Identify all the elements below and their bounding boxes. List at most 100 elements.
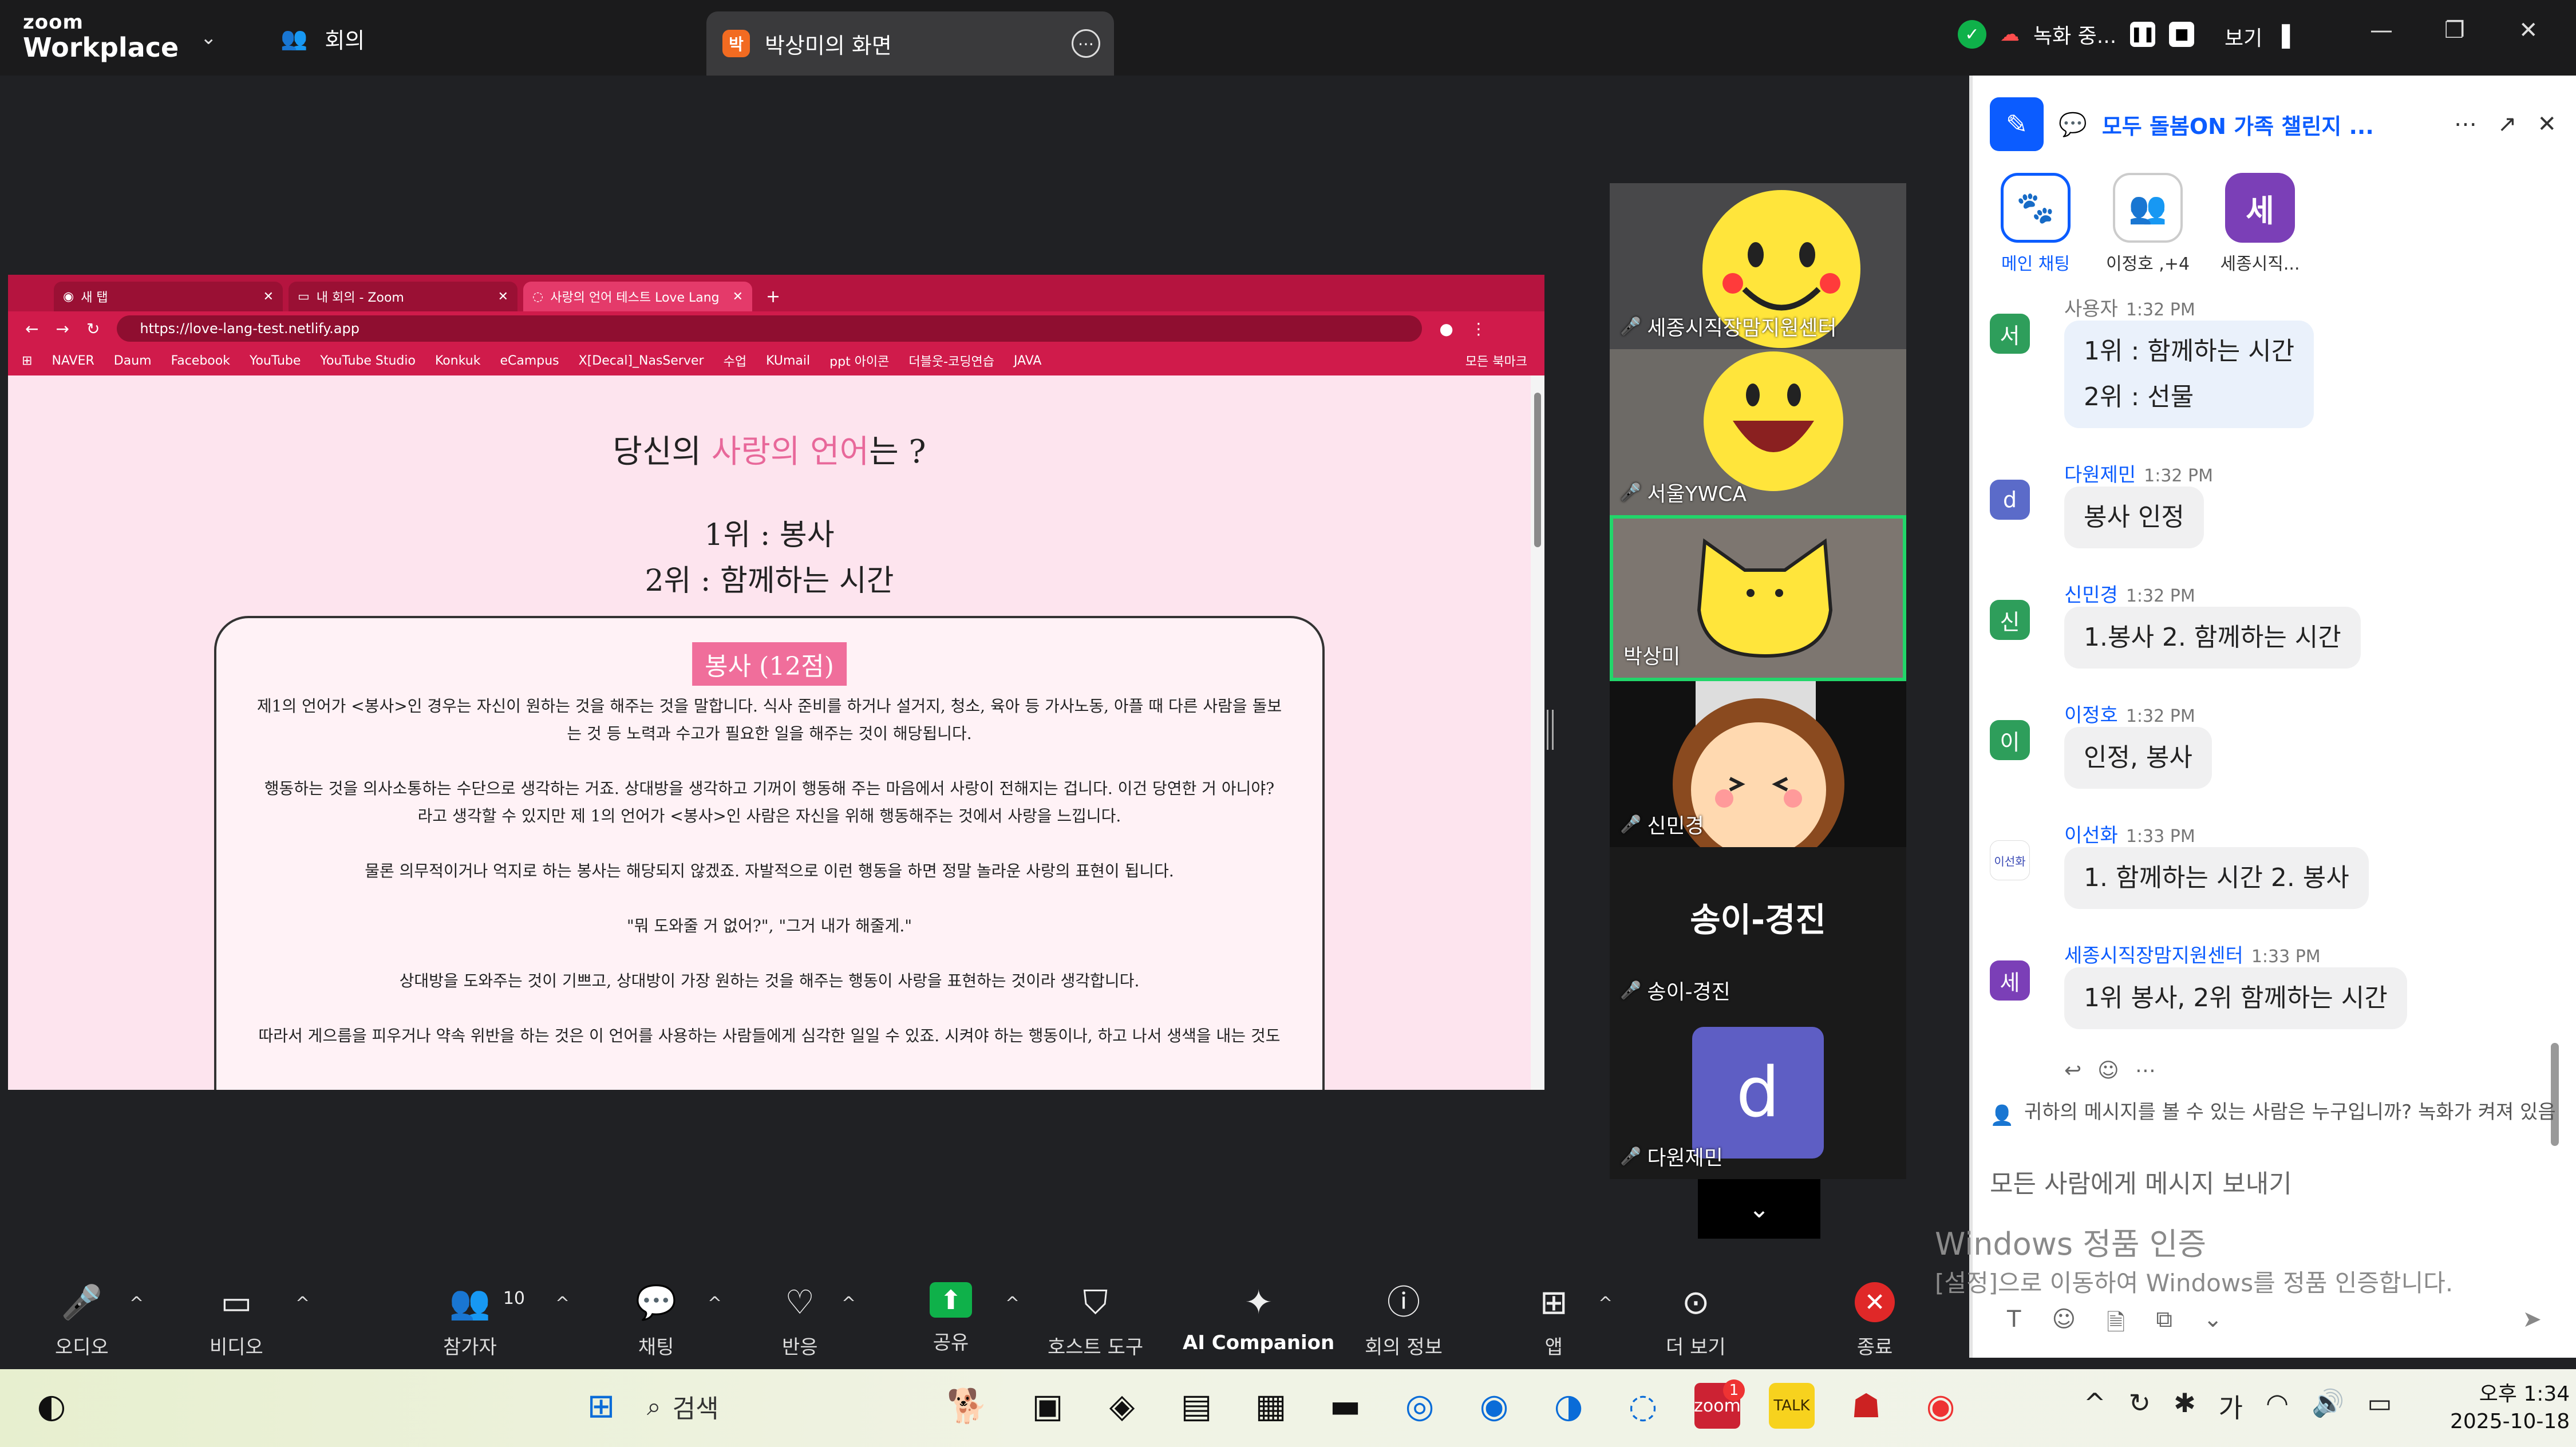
- room-group[interactable]: 👥 이정호 ,+4: [2102, 173, 2194, 275]
- volume-icon[interactable]: 🔊: [2312, 1387, 2344, 1425]
- bluetooth-icon[interactable]: ✱: [2174, 1387, 2196, 1425]
- reload-icon[interactable]: ↻: [86, 319, 100, 338]
- add-reaction-icon[interactable]: ☺: [2097, 1059, 2119, 1082]
- profile-icon[interactable]: ●: [1439, 319, 1453, 338]
- bookmark[interactable]: YouTube: [250, 354, 301, 368]
- audio-options-icon[interactable]: ^: [129, 1294, 144, 1314]
- close-tab-icon[interactable]: ✕: [498, 290, 508, 304]
- chevron-down-icon[interactable]: ⌄: [2203, 1306, 2223, 1345]
- chat-title[interactable]: 모두 돌봄ON 가족 챌린지 ...: [2102, 109, 2374, 140]
- bookmark[interactable]: ppt 아이콘: [829, 351, 889, 370]
- app-icon[interactable]: ◑: [1546, 1383, 1591, 1429]
- wifi-icon[interactable]: ◠: [2266, 1387, 2289, 1425]
- more-options-icon[interactable]: ⋯: [1072, 29, 1100, 58]
- bookmark[interactable]: KUmail: [766, 354, 810, 368]
- taskbar-clock[interactable]: 오후 1:34 2025-10-18: [2450, 1381, 2570, 1436]
- copilot-icon[interactable]: ◈: [1099, 1383, 1145, 1429]
- bookmark[interactable]: X[Decal]_NasServer: [579, 354, 704, 368]
- participant-tile[interactable]: 🎤 서울YWCA: [1610, 349, 1906, 515]
- scroll-thumb[interactable]: [2551, 1043, 2559, 1146]
- kebab-menu-icon[interactable]: ⋮: [1471, 319, 1487, 338]
- room-main-chat[interactable]: 🐾 메인 채팅: [1990, 173, 2081, 275]
- pause-recording-button[interactable]: ❚❚: [2130, 22, 2156, 47]
- emoji-icon[interactable]: ☺: [2052, 1306, 2076, 1345]
- bookmark[interactable]: Daum: [114, 354, 152, 368]
- apps-button[interactable]: ⊞ 앱: [1540, 1282, 1568, 1359]
- file-explorer-icon[interactable]: ▬: [1322, 1383, 1368, 1429]
- chevron-down-icon[interactable]: ⌄: [200, 26, 217, 49]
- apps-grid-icon[interactable]: ⊞: [22, 354, 32, 368]
- room-sejong[interactable]: 세 세종시직...: [2214, 173, 2306, 275]
- all-bookmarks-folder[interactable]: 모든 북마크: [1465, 351, 1544, 370]
- scroll-thumb[interactable]: [1534, 393, 1541, 547]
- share-button[interactable]: ⬆ 공유: [930, 1282, 972, 1355]
- forward-icon[interactable]: →: [56, 319, 69, 338]
- stop-recording-button[interactable]: ■: [2169, 22, 2195, 47]
- more-icon[interactable]: ⋯: [2135, 1059, 2156, 1082]
- windows-start-icon[interactable]: ⊞: [578, 1383, 624, 1429]
- new-tab-icon[interactable]: +: [758, 287, 788, 311]
- teams-icon[interactable]: ▤: [1174, 1383, 1219, 1429]
- chevron-up-icon[interactable]: ^: [2084, 1387, 2106, 1425]
- format-text-icon[interactable]: T: [2007, 1306, 2021, 1345]
- zoom-logo[interactable]: zoom Workplace: [23, 13, 179, 61]
- resize-handle[interactable]: [1547, 710, 1554, 750]
- visibility-notice[interactable]: 👤 귀하의 메시지를 볼 수 있는 사람은 누구입니까? 녹화가 켜져 있음: [1990, 1099, 2562, 1127]
- meeting-button[interactable]: 👥 회의: [280, 23, 365, 54]
- edge-icon[interactable]: ◎: [1397, 1383, 1443, 1429]
- video-button[interactable]: ▭ 비디오: [210, 1282, 263, 1359]
- kakaotalk-icon[interactable]: TALK: [1769, 1383, 1815, 1429]
- bookmark[interactable]: 더블웃-코딩연습: [908, 351, 994, 370]
- dog-widget-icon[interactable]: 🐕: [945, 1383, 990, 1429]
- page-scrollbar[interactable]: [1531, 375, 1544, 1090]
- bookmark[interactable]: Facebook: [171, 354, 230, 368]
- more-button[interactable]: ⊙ 더 보기: [1666, 1282, 1726, 1359]
- bookmark[interactable]: YouTube Studio: [320, 354, 416, 368]
- app-icon[interactable]: ◉: [1471, 1383, 1517, 1429]
- participant-tile[interactable]: 🎤 세종시직장맘지원센터: [1610, 183, 1906, 349]
- browser-tab[interactable]: ◉ 새 탭 ✕: [54, 282, 283, 311]
- participant-tile-active-speaker[interactable]: 박상미: [1610, 515, 1906, 681]
- minimize-icon[interactable]: —: [2370, 17, 2393, 44]
- bookmark[interactable]: NAVER: [52, 354, 94, 368]
- url-input[interactable]: https://love-lang-test.netlify.app: [117, 315, 1423, 342]
- chat-input[interactable]: 모든 사람에게 메시지 보내기: [1990, 1163, 2292, 1200]
- ime-indicator[interactable]: 가: [2219, 1387, 2243, 1425]
- apps-options-icon[interactable]: ^: [1598, 1294, 1613, 1314]
- meeting-info-button[interactable]: ⓘ 회의 정보: [1365, 1282, 1443, 1359]
- screenshot-icon[interactable]: ⧉: [2156, 1306, 2172, 1345]
- close-tab-icon[interactable]: ✕: [263, 290, 274, 304]
- react-options-icon[interactable]: ^: [841, 1294, 856, 1314]
- weather-icon[interactable]: ◐: [29, 1383, 74, 1429]
- audio-button[interactable]: 🎤 오디오: [55, 1282, 109, 1359]
- app-icon[interactable]: ☗: [1843, 1383, 1889, 1429]
- view-button[interactable]: 보기 ▐: [2225, 22, 2290, 52]
- reply-icon[interactable]: ↩: [2064, 1059, 2081, 1082]
- participant-tile[interactable]: d 🎤 다원제민: [1610, 1013, 1906, 1179]
- battery-icon[interactable]: ▭: [2367, 1387, 2392, 1425]
- send-icon[interactable]: ➤: [2522, 1306, 2542, 1333]
- file-icon[interactable]: 🗎: [2107, 1306, 2125, 1345]
- video-options-icon[interactable]: ^: [295, 1294, 310, 1314]
- compose-icon[interactable]: ✎: [1990, 97, 2044, 151]
- participants-button[interactable]: 👥 10 참가자: [443, 1282, 525, 1359]
- bookmark[interactable]: Konkuk: [435, 354, 480, 368]
- back-icon[interactable]: ←: [25, 319, 38, 338]
- browser-tab-active[interactable]: ◌ 사랑의 언어 테스트 Love Lang ✕: [523, 282, 752, 311]
- participant-tile[interactable]: 송이-경진 🎤 송이-경진: [1610, 847, 1906, 1013]
- participant-tile[interactable]: 🎤 신민경: [1610, 681, 1906, 847]
- host-tools-button[interactable]: ⛉ 호스트 도구: [1048, 1282, 1143, 1359]
- chat-options-icon[interactable]: ^: [708, 1294, 722, 1314]
- more-icon[interactable]: ⋯: [2454, 111, 2477, 137]
- bookmark[interactable]: eCampus: [500, 354, 559, 368]
- close-icon[interactable]: ✕: [2519, 17, 2538, 44]
- close-tab-icon[interactable]: ✕: [733, 290, 743, 304]
- react-button[interactable]: ♡ 반응: [782, 1282, 818, 1359]
- share-options-icon[interactable]: ^: [1005, 1294, 1020, 1314]
- restore-icon[interactable]: ❐: [2444, 17, 2465, 44]
- ai-companion-button[interactable]: ✦ AI Companion: [1183, 1282, 1334, 1354]
- task-view-icon[interactable]: ▣: [1025, 1383, 1070, 1429]
- taskbar-search[interactable]: ⌕ 검색: [647, 1382, 990, 1431]
- sync-icon[interactable]: ↻: [2129, 1387, 2151, 1425]
- store-icon[interactable]: ▦: [1248, 1383, 1294, 1429]
